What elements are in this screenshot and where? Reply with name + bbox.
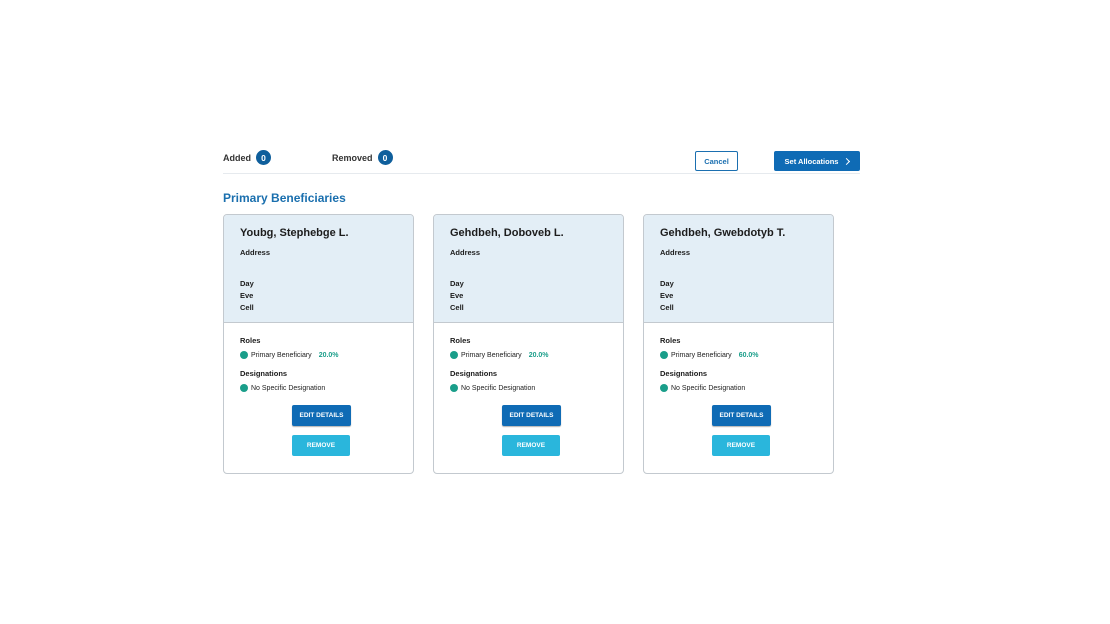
address-label: Address bbox=[240, 248, 271, 257]
eve-label: Eve bbox=[240, 291, 254, 300]
card-header: Youbg, Stephebge L. Address Day Eve Cell bbox=[224, 215, 413, 323]
added-counter: Added 0 bbox=[223, 150, 271, 165]
remove-button[interactable]: REMOVE bbox=[502, 435, 560, 456]
address-label: Address bbox=[660, 248, 691, 257]
status-dot-icon bbox=[240, 384, 248, 392]
designation-row: No Specific Designation bbox=[240, 384, 413, 392]
beneficiary-name: Youbg, Stephebge L. bbox=[240, 227, 349, 239]
status-dot-icon bbox=[240, 351, 248, 359]
phone-labels: Day Eve Cell bbox=[660, 278, 833, 314]
section-title: Primary Beneficiaries bbox=[223, 191, 346, 205]
beneficiary-name: Gehdbeh, Gwebdotyb T. bbox=[660, 227, 786, 239]
phone-labels: Day Eve Cell bbox=[450, 278, 623, 314]
edit-details-button[interactable]: EDIT DETAILS bbox=[292, 405, 351, 426]
cell-label: Cell bbox=[450, 303, 464, 312]
edit-details-button[interactable]: EDIT DETAILS bbox=[712, 405, 771, 426]
card-header: Gehdbeh, Doboveb L. Address Day Eve Cell bbox=[434, 215, 623, 323]
address-label: Address bbox=[450, 248, 481, 257]
beneficiary-card: Gehdbeh, Doboveb L. Address Day Eve Cell… bbox=[433, 214, 624, 474]
day-label: Day bbox=[240, 279, 254, 288]
cell-label: Cell bbox=[660, 303, 674, 312]
card-header: Gehdbeh, Gwebdotyb T. Address Day Eve Ce… bbox=[644, 215, 833, 323]
designation-row: No Specific Designation bbox=[450, 384, 623, 392]
role-row: Primary Beneficiary 60.0% bbox=[660, 351, 833, 359]
edit-details-button[interactable]: EDIT DETAILS bbox=[502, 405, 561, 426]
roles-heading: Roles bbox=[240, 336, 261, 345]
role-percent: 20.0% bbox=[318, 351, 339, 359]
day-label: Day bbox=[660, 279, 674, 288]
cell-label: Cell bbox=[240, 303, 254, 312]
card-body: Roles Primary Beneficiary 20.0% Designat… bbox=[224, 323, 413, 392]
remove-button[interactable]: REMOVE bbox=[712, 435, 770, 456]
designations-heading: Designations bbox=[240, 369, 288, 378]
beneficiary-card: Gehdbeh, Gwebdotyb T. Address Day Eve Ce… bbox=[643, 214, 834, 474]
beneficiary-cards: Youbg, Stephebge L. Address Day Eve Cell… bbox=[223, 214, 834, 474]
card-body: Roles Primary Beneficiary 20.0% Designat… bbox=[434, 323, 623, 392]
card-body: Roles Primary Beneficiary 60.0% Designat… bbox=[644, 323, 833, 392]
roles-heading: Roles bbox=[450, 336, 471, 345]
status-dot-icon bbox=[660, 384, 668, 392]
role-row: Primary Beneficiary 20.0% bbox=[450, 351, 623, 359]
status-dot-icon bbox=[660, 351, 668, 359]
phone-labels: Day Eve Cell bbox=[240, 278, 413, 314]
roles-heading: Roles bbox=[660, 336, 681, 345]
role-row: Primary Beneficiary 20.0% bbox=[240, 351, 413, 359]
summary-bar: Added 0 Removed 0 Cancel Set Allocations bbox=[223, 148, 860, 174]
day-label: Day bbox=[450, 279, 464, 288]
beneficiary-card: Youbg, Stephebge L. Address Day Eve Cell… bbox=[223, 214, 414, 474]
designations-heading: Designations bbox=[450, 369, 498, 378]
added-label: Added bbox=[223, 152, 251, 163]
role-percent: 20.0% bbox=[528, 351, 549, 359]
set-allocations-button[interactable]: Set Allocations bbox=[774, 151, 860, 171]
designation-row: No Specific Designation bbox=[660, 384, 833, 392]
remove-button[interactable]: REMOVE bbox=[292, 435, 350, 456]
beneficiary-name: Gehdbeh, Doboveb L. bbox=[450, 227, 564, 239]
designation-name: No Specific Designation bbox=[461, 384, 536, 392]
chevron-right-icon bbox=[843, 157, 851, 165]
eve-label: Eve bbox=[660, 291, 674, 300]
removed-counter: Removed 0 bbox=[332, 150, 393, 165]
designation-name: No Specific Designation bbox=[251, 384, 326, 392]
role-percent: 60.0% bbox=[738, 351, 759, 359]
status-dot-icon bbox=[450, 384, 458, 392]
removed-label: Removed bbox=[332, 152, 373, 163]
designations-heading: Designations bbox=[660, 369, 708, 378]
added-count-badge: 0 bbox=[256, 150, 271, 165]
eve-label: Eve bbox=[450, 291, 464, 300]
set-allocations-label: Set Allocations bbox=[784, 156, 839, 166]
role-name: Primary Beneficiary bbox=[251, 351, 312, 359]
role-name: Primary Beneficiary bbox=[671, 351, 732, 359]
status-dot-icon bbox=[450, 351, 458, 359]
role-name: Primary Beneficiary bbox=[461, 351, 522, 359]
designation-name: No Specific Designation bbox=[671, 384, 746, 392]
removed-count-badge: 0 bbox=[377, 150, 393, 165]
cancel-button[interactable]: Cancel bbox=[695, 151, 738, 171]
